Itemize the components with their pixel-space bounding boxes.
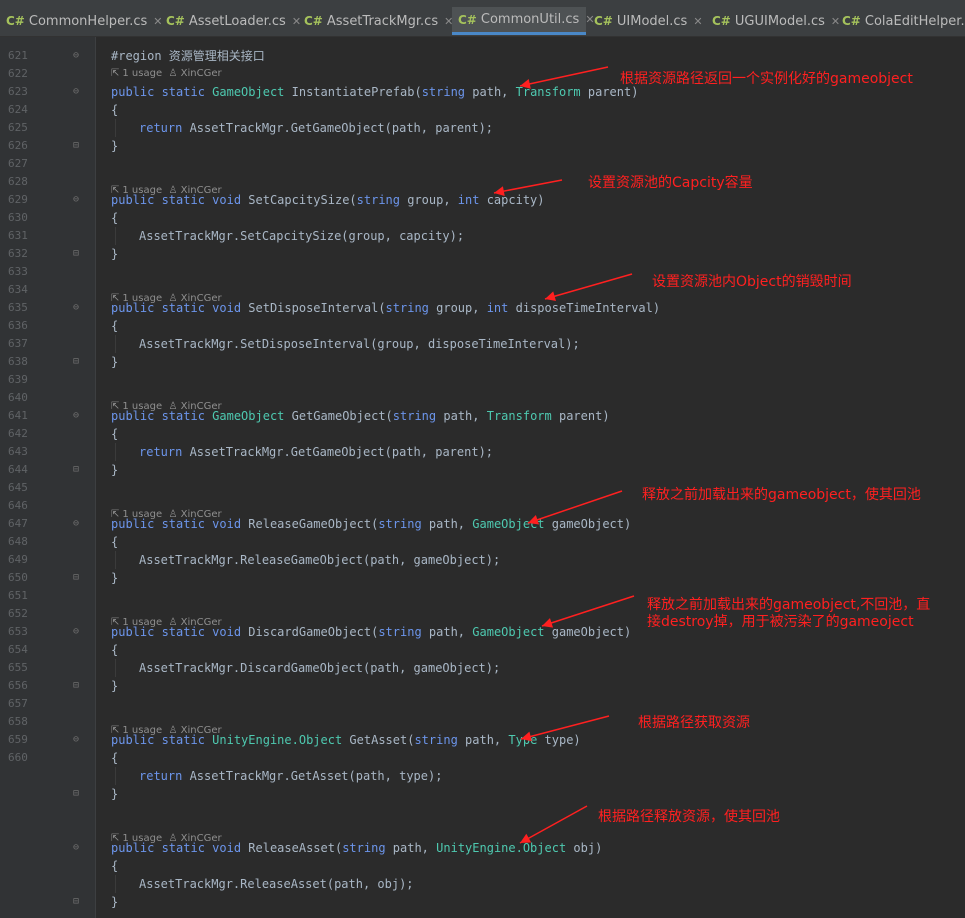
arrow-head-icon: [528, 515, 540, 525]
annotation-arrow: [544, 273, 633, 300]
annotation-arrows: [493, 66, 635, 844]
arrow-head-icon: [520, 79, 531, 89]
annotation-arrow: [519, 66, 609, 87]
arrow-head-icon: [542, 618, 554, 628]
arrow-head-icon: [521, 731, 532, 742]
annotation-arrow: [493, 179, 563, 194]
annotation-arrow: [541, 595, 635, 627]
annotation-arrow: [520, 715, 610, 740]
annotation-arrow: [519, 805, 588, 844]
arrow-head-icon: [545, 291, 556, 302]
annotation-arrow: [527, 490, 623, 524]
arrow-head-icon: [494, 186, 505, 197]
